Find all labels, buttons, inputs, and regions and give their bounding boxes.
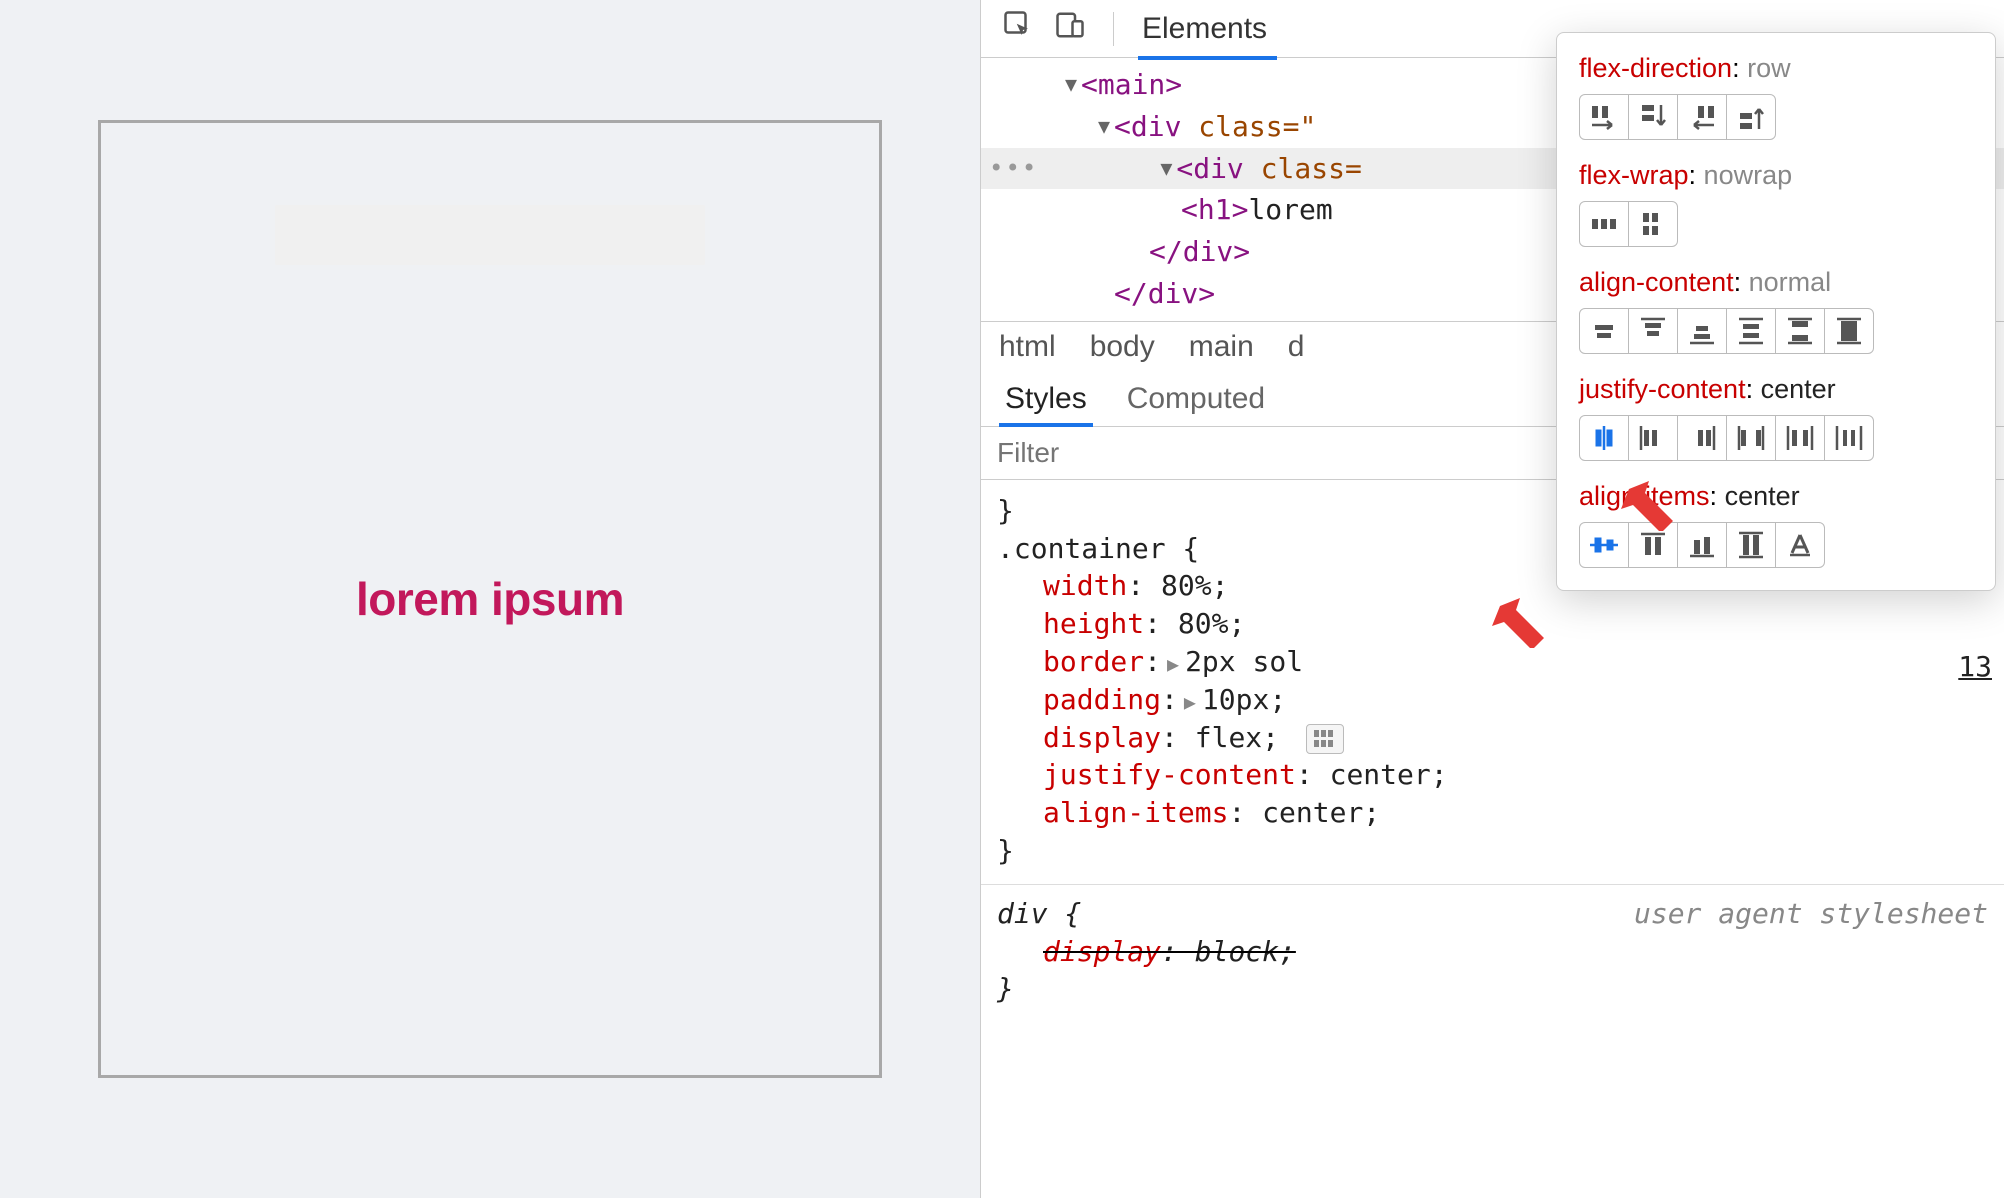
css-brace: } bbox=[997, 832, 1988, 870]
align-content-start-button[interactable] bbox=[1628, 308, 1678, 354]
flex-wrap-section: flex-wrap: nowrap bbox=[1579, 160, 1973, 247]
align-content-section: align-content: normal bbox=[1579, 267, 1973, 354]
page-viewport: lorem ipsum bbox=[0, 0, 980, 1198]
rule-separator bbox=[981, 884, 2004, 885]
heading-element[interactable]: lorem ipsum bbox=[356, 572, 624, 626]
expand-triangle-icon[interactable]: ▶ bbox=[1184, 690, 1196, 714]
align-content-end-button[interactable] bbox=[1677, 308, 1727, 354]
justify-content-space-evenly-button[interactable] bbox=[1824, 415, 1874, 461]
breadcrumb-item[interactable]: d bbox=[1288, 330, 1305, 364]
popup-prop-label: align-content bbox=[1579, 267, 1734, 297]
devtools-panel: ✕ Elements ▼ <main> ▼ <div class=" ••• ▼… bbox=[980, 0, 2004, 1198]
css-rule-div-ua[interactable]: user agent stylesheet div { display: blo… bbox=[997, 895, 1988, 1008]
align-content-stretch-button[interactable] bbox=[1824, 308, 1874, 354]
flexbox-editor-icon[interactable] bbox=[1306, 724, 1344, 754]
tab-elements[interactable]: Elements bbox=[1142, 12, 1267, 46]
dom-tag: <h1> bbox=[1181, 191, 1248, 229]
expand-triangle-icon[interactable]: ▶ bbox=[1167, 652, 1179, 676]
popup-value: center bbox=[1725, 481, 1800, 511]
css-prop[interactable]: width bbox=[1043, 569, 1127, 602]
element-highlight-overlay bbox=[275, 205, 705, 265]
align-items-baseline-button[interactable] bbox=[1775, 522, 1825, 568]
dom-tag: <div bbox=[1114, 108, 1181, 146]
popup-value: center bbox=[1761, 374, 1836, 404]
css-prop[interactable]: align-items bbox=[1043, 796, 1228, 829]
tab-computed[interactable]: Computed bbox=[1127, 382, 1265, 426]
css-prop[interactable]: justify-content bbox=[1043, 758, 1296, 791]
breadcrumb-item[interactable]: main bbox=[1189, 330, 1254, 364]
popup-value: row bbox=[1747, 53, 1791, 83]
breadcrumb-item[interactable]: body bbox=[1090, 330, 1155, 364]
dom-attr: class= bbox=[1261, 150, 1362, 188]
css-prop[interactable]: border bbox=[1043, 645, 1144, 678]
justify-content-space-between-button[interactable] bbox=[1726, 415, 1776, 461]
css-prop[interactable]: padding bbox=[1043, 683, 1161, 716]
align-content-center-button[interactable] bbox=[1579, 308, 1629, 354]
flex-direction-row-button[interactable] bbox=[1579, 94, 1629, 140]
css-prop[interactable]: height bbox=[1043, 607, 1144, 640]
popup-value: nowrap bbox=[1704, 160, 1793, 190]
css-prop[interactable]: display bbox=[1043, 721, 1161, 754]
flex-direction-section: flex-direction: row bbox=[1579, 53, 1973, 140]
flex-direction-row-reverse-button[interactable] bbox=[1677, 94, 1727, 140]
flex-direction-column-button[interactable] bbox=[1628, 94, 1678, 140]
popup-prop-label: flex-direction bbox=[1579, 53, 1732, 83]
justify-content-space-around-button[interactable] bbox=[1775, 415, 1825, 461]
align-items-stretch-button[interactable] bbox=[1726, 522, 1776, 568]
justify-content-section: justify-content: center bbox=[1579, 374, 1973, 461]
dom-text: lorem bbox=[1248, 191, 1332, 229]
dom-tag: <div bbox=[1176, 150, 1243, 188]
css-prop: display bbox=[1043, 935, 1161, 968]
dom-attr: class=" bbox=[1198, 108, 1316, 146]
justify-content-end-button[interactable] bbox=[1677, 415, 1727, 461]
toolbar-divider bbox=[1113, 12, 1114, 46]
dom-tag: <main> bbox=[1081, 66, 1182, 104]
popup-value: normal bbox=[1749, 267, 1832, 297]
popup-prop-label: justify-content bbox=[1579, 374, 1746, 404]
dom-tag: </div> bbox=[1149, 233, 1250, 271]
breadcrumb-item[interactable]: html bbox=[999, 330, 1056, 364]
selected-node-ellipsis-icon: ••• bbox=[989, 152, 1038, 184]
tab-styles[interactable]: Styles bbox=[1005, 382, 1087, 426]
flex-wrap-nowrap-button[interactable] bbox=[1579, 201, 1629, 247]
inspect-icon[interactable] bbox=[1003, 10, 1033, 48]
device-toggle-icon[interactable] bbox=[1055, 10, 1085, 48]
annotation-arrow-icon bbox=[1492, 598, 1552, 648]
popup-prop-label: flex-wrap bbox=[1579, 160, 1689, 190]
dom-tag: </div> bbox=[1114, 275, 1215, 313]
disclosure-triangle-icon[interactable]: ▼ bbox=[1061, 71, 1081, 98]
flex-direction-column-reverse-button[interactable] bbox=[1726, 94, 1776, 140]
align-content-space-around-button[interactable] bbox=[1726, 308, 1776, 354]
disclosure-triangle-icon[interactable]: ▼ bbox=[1156, 155, 1176, 182]
user-agent-label: user agent stylesheet bbox=[1634, 895, 1988, 933]
flex-wrap-wrap-button[interactable] bbox=[1628, 201, 1678, 247]
align-items-end-button[interactable] bbox=[1677, 522, 1727, 568]
annotation-arrow-icon bbox=[1621, 481, 1681, 531]
disclosure-triangle-icon[interactable]: ▼ bbox=[1094, 113, 1114, 140]
justify-content-start-button[interactable] bbox=[1628, 415, 1678, 461]
source-line-link[interactable]: 13 bbox=[1958, 650, 1992, 683]
css-brace: } bbox=[997, 970, 1988, 1008]
flexbox-editor-popup: flex-direction: row flex-wrap: nowrap al… bbox=[1556, 32, 1996, 591]
align-content-space-between-button[interactable] bbox=[1775, 308, 1825, 354]
justify-content-center-button[interactable] bbox=[1579, 415, 1629, 461]
